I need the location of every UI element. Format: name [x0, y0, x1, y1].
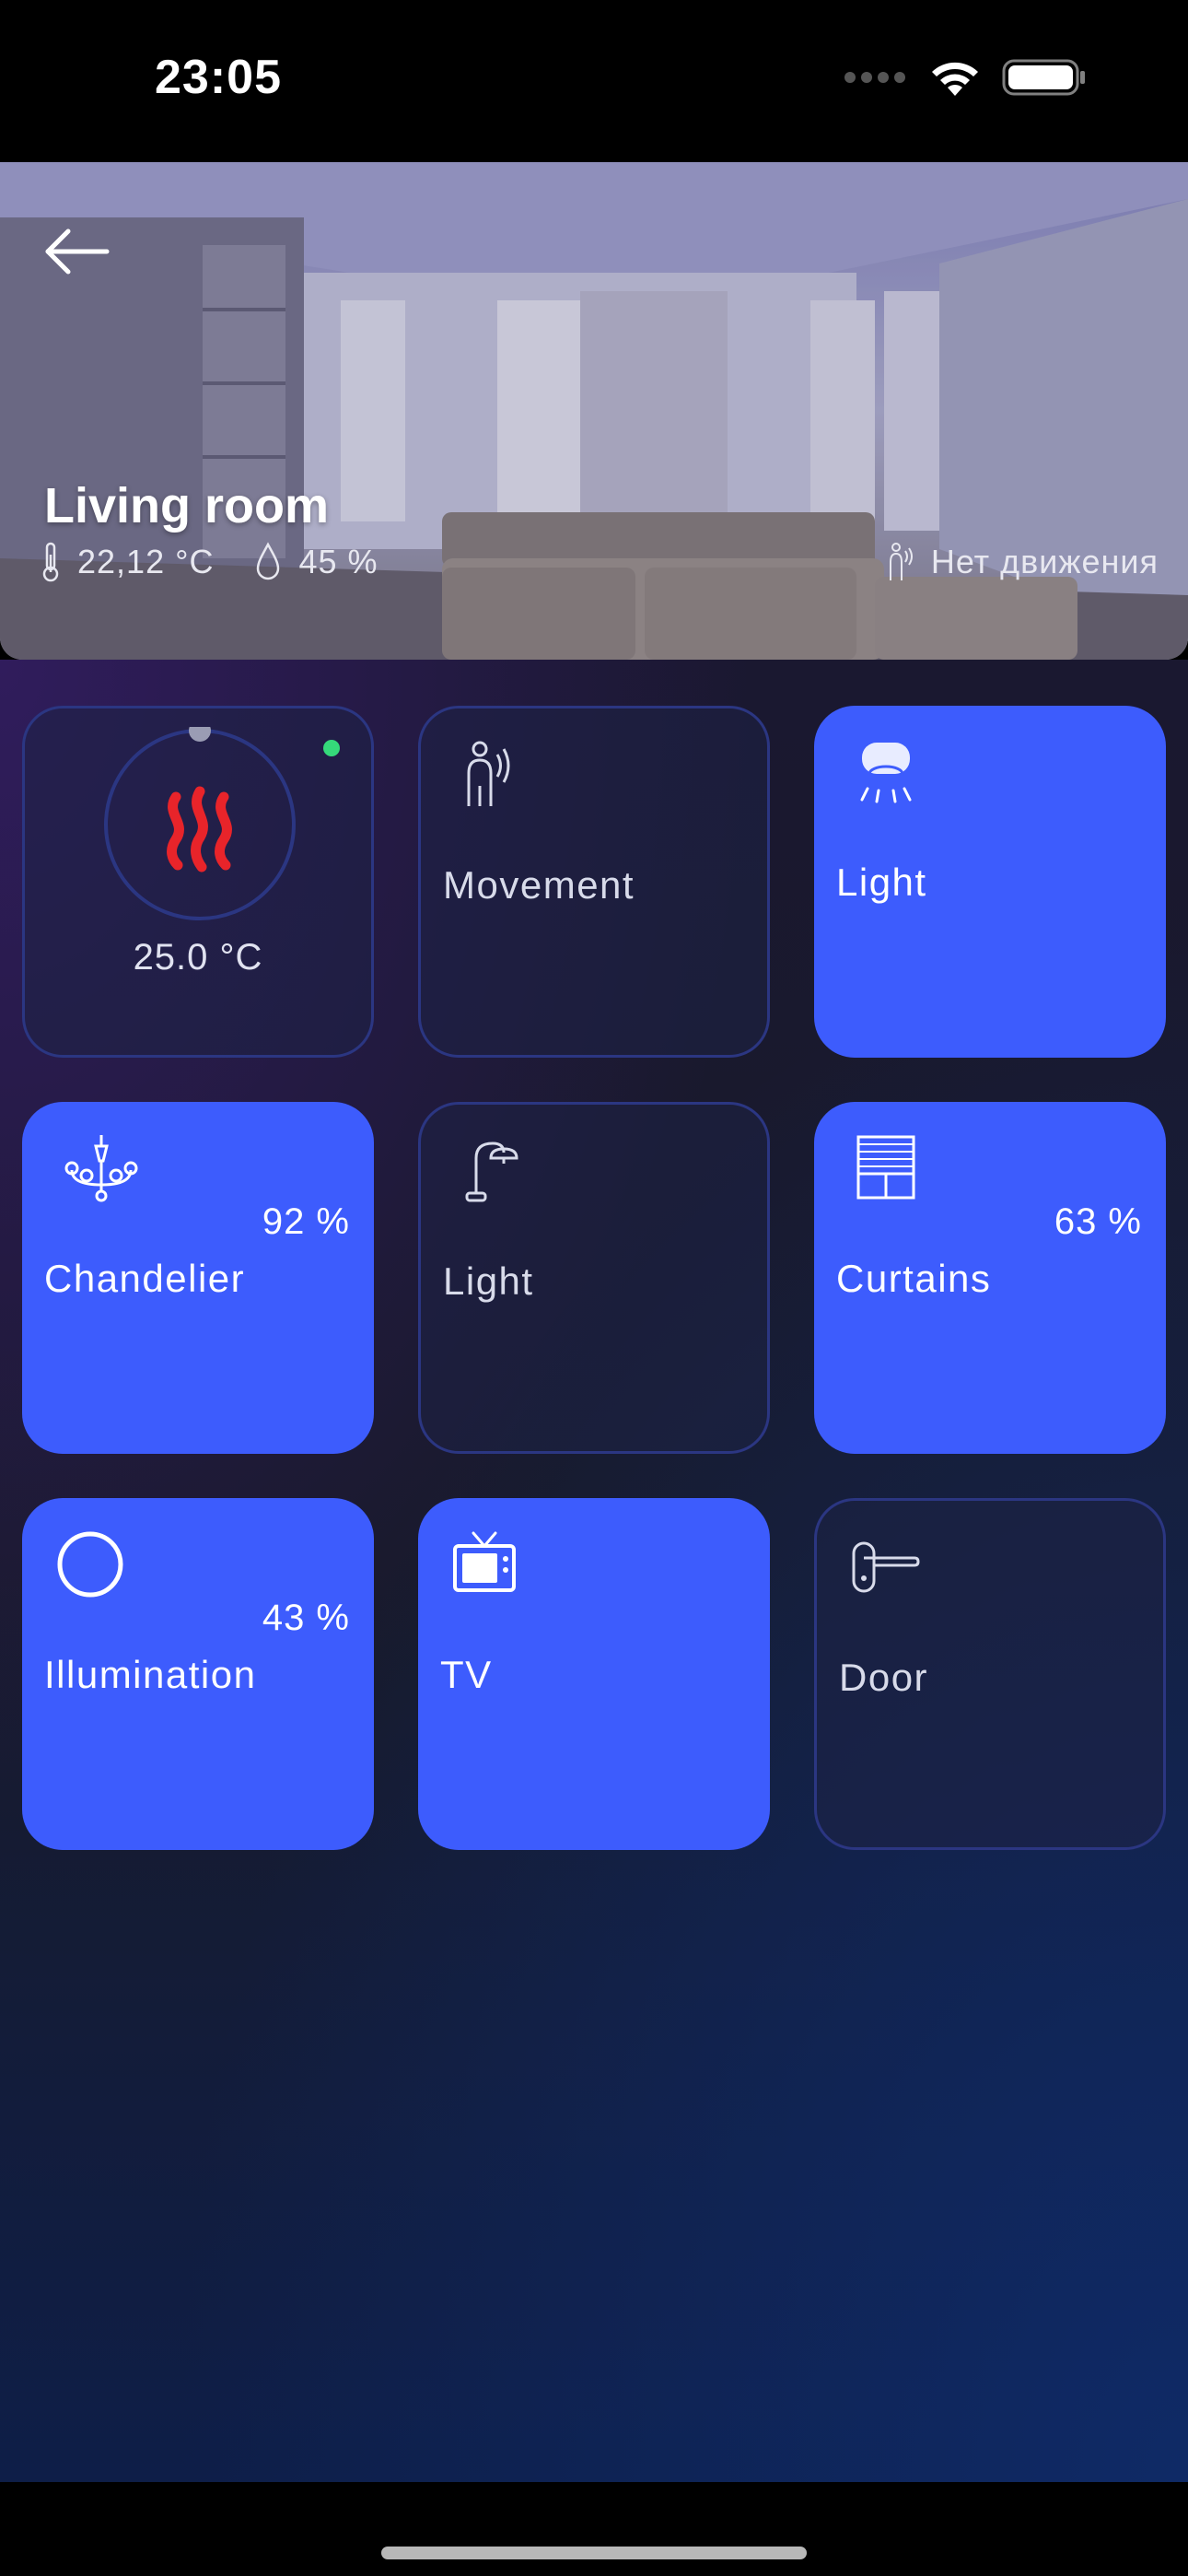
home-indicator[interactable]: [381, 2547, 807, 2559]
room-climate-info: 22,12 °C 45 %: [41, 542, 419, 582]
room-photo: [0, 162, 1188, 660]
ceiling-light-icon: [860, 743, 912, 803]
tile-label: Light: [443, 1259, 534, 1303]
back-button[interactable]: [41, 219, 116, 284]
temperature-value: 22,12 °C: [77, 543, 215, 580]
curtains-tile[interactable]: 63 % Curtains: [814, 1102, 1166, 1454]
tv-icon: [453, 1531, 516, 1592]
illumination-tile[interactable]: 43 % Illumination: [22, 1498, 374, 1850]
temperature-reading: 22,12 °C: [41, 542, 214, 582]
water-drop-icon: [257, 542, 280, 580]
motion-status: Нет движения: [887, 542, 1159, 582]
tile-value: 43 %: [262, 1598, 350, 1638]
door-handle-icon: [852, 1541, 920, 1593]
tv-tile[interactable]: TV: [418, 1498, 770, 1850]
thermometer-icon: [42, 542, 59, 582]
tile-label: Curtains: [836, 1257, 992, 1300]
tile-label: Illumination: [44, 1653, 257, 1696]
tile-label: Movement: [443, 863, 635, 907]
door-tile[interactable]: Door: [814, 1498, 1166, 1850]
room-header: Living room 22,12 °C 45 % Нет движения: [0, 162, 1188, 660]
tile-label: Light: [836, 861, 927, 904]
status-bar: 23:05: [0, 0, 1188, 162]
floor-lamp-icon: [465, 1142, 518, 1202]
thermostat-tile[interactable]: 25.0 °C: [22, 706, 374, 1058]
status-indicator: [323, 740, 340, 756]
movement-tile[interactable]: Movement: [418, 706, 770, 1058]
device-grid: 25.0 °C Movement Light 92 % Chandelier L…: [0, 660, 1188, 2482]
tile-label: Chandelier: [44, 1257, 246, 1300]
motion-status-text: Нет движения: [930, 543, 1159, 580]
motion-sensor-icon: [467, 741, 510, 806]
humidity-reading: 45 %: [254, 542, 378, 582]
status-time: 23:05: [155, 51, 282, 104]
chandelier-tile[interactable]: 92 % Chandelier: [22, 1102, 374, 1454]
thermostat-temperature: 25.0 °C: [133, 937, 263, 978]
curtains-icon: [856, 1135, 915, 1200]
tile-label: Door: [839, 1656, 929, 1699]
floor-lamp-tile[interactable]: Light: [418, 1102, 770, 1454]
status-icons: [844, 57, 1087, 98]
thermostat-dial[interactable]: [102, 727, 297, 922]
tile-value: 92 %: [262, 1201, 350, 1242]
tile-label: TV: [440, 1653, 493, 1696]
heater-icon: [167, 786, 232, 872]
cellular-signal-icon: [844, 72, 905, 83]
tile-value: 63 %: [1054, 1201, 1142, 1242]
room-title: Living room: [44, 478, 329, 533]
arrow-left-icon: [45, 228, 110, 275]
humidity-value: 45 %: [298, 543, 379, 580]
motion-sensor-icon: [889, 543, 913, 580]
bottom-bar: [0, 2482, 1188, 2576]
ceiling-light-tile[interactable]: Light: [814, 706, 1166, 1058]
chandelier-icon: [64, 1135, 138, 1202]
battery-icon: [1002, 59, 1085, 96]
circle-icon: [57, 1531, 123, 1598]
wifi-icon: [932, 62, 978, 96]
